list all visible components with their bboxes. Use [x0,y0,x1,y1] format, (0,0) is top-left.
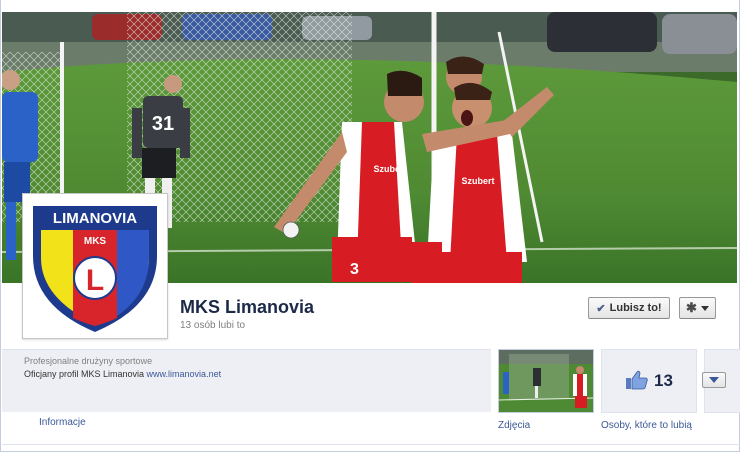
settings-button[interactable]: ✱ [679,297,716,319]
jersey-sponsor-text-2: Szubert [461,176,494,186]
photos-link[interactable]: Zdjęcia [498,420,530,431]
chevron-down-icon [700,305,709,311]
info-link[interactable]: Informacje [39,417,86,428]
logo-letter: L [86,264,104,297]
liked-button-label: Lubisz to! [609,302,662,314]
divider [2,444,740,445]
description-text: Oficjany profil MKS Limanovia [24,369,147,379]
liked-button[interactable]: ✔ Lubisz to! [588,297,670,319]
likes-link[interactable]: Osoby, które to lubią [601,420,692,431]
profile-picture[interactable]: LIMANOVIA MKS L [22,193,168,339]
logo-text-middle: MKS [84,236,107,247]
thumbs-up-icon [625,370,649,393]
likes-tile[interactable]: 13 [601,349,697,413]
photos-tile[interactable] [498,349,594,413]
goalkeeper-number: 31 [152,113,174,135]
website-link[interactable]: www.limanovia.net [147,369,222,379]
logo-text-top: LIMANOVIA [53,210,137,227]
shorts-number: 3 [350,261,359,278]
page-description: Oficjany profil MKS Limanovia www.limano… [24,369,221,379]
chevron-down-icon [709,377,719,383]
page-frame: 31 Szubert 3 Szubert LIMANOVIA MKS L MKS… [0,0,740,452]
page-category: Profesjonalne drużyny sportowe [24,356,153,366]
page-title[interactable]: MKS Limanovia [180,297,314,318]
jersey-sponsor-text: Szubert [373,164,406,174]
gear-icon: ✱ [686,300,697,315]
likes-summary: 13 osób lubi to [180,320,246,331]
check-icon: ✔ [596,302,606,315]
more-apps-button[interactable] [702,372,726,388]
likes-count: 13 [654,371,673,390]
